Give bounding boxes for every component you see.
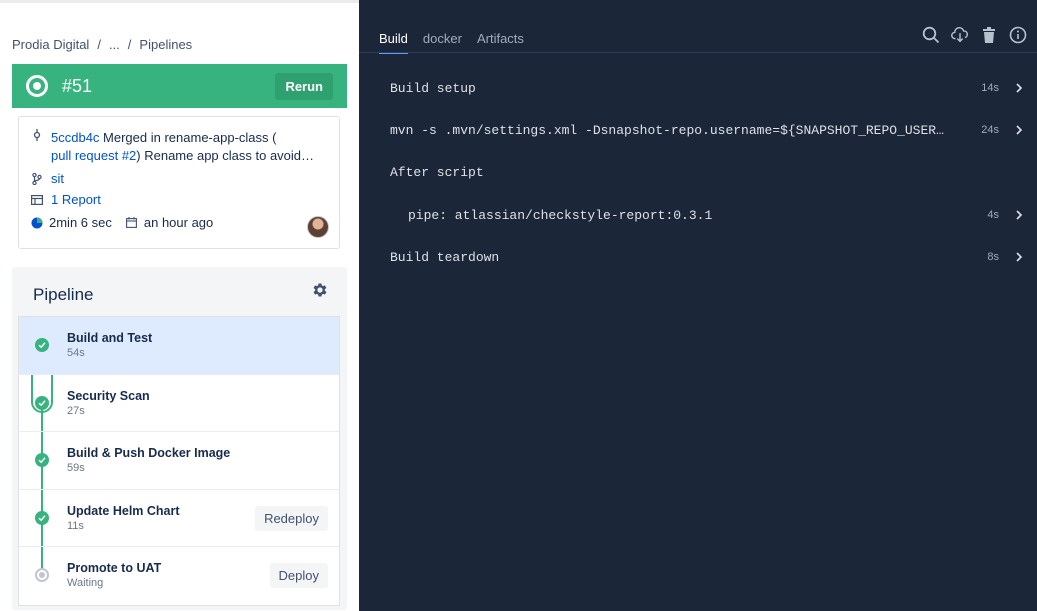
check-icon: [35, 395, 49, 410]
breadcrumb: Prodia Digital / ... / Pipelines: [12, 37, 192, 52]
step-security-scan[interactable]: Security Scan 27s: [19, 375, 339, 432]
clock-icon: [31, 217, 43, 229]
step-name: Security Scan: [67, 388, 150, 403]
log-section-after-script: After script: [390, 162, 1023, 182]
time-group: an hour ago: [126, 215, 213, 230]
step-build-push-docker[interactable]: Build & Push Docker Image 59s: [19, 432, 339, 490]
step-time: 54s: [67, 347, 85, 359]
log-step-duration: 8s: [987, 251, 999, 263]
duration-group: 2min 6 sec: [31, 215, 112, 230]
commit-message-post: ) Rename app class to avoid…: [136, 148, 315, 163]
breadcrumb-pipelines[interactable]: Pipelines: [139, 37, 192, 52]
chevron-right-icon: [1015, 125, 1023, 135]
info-icon[interactable]: [1009, 26, 1027, 44]
log-step-checkstyle-pipe[interactable]: pipe: atlassian/checkstyle-report:0.3.1 …: [408, 205, 1023, 225]
chevron-right-icon: [1015, 252, 1023, 262]
log-step-text: mvn -s .mvn/settings.xml -Dsnapshot-repo…: [390, 122, 950, 138]
status-success-icon: [26, 75, 48, 97]
breadcrumb-ellipsis[interactable]: ...: [109, 37, 120, 52]
run-meta: 2min 6 sec an hour ago: [31, 215, 327, 230]
tabs-divider: [359, 52, 1037, 53]
check-icon: [35, 453, 49, 467]
pipeline-title: Pipeline: [33, 285, 94, 304]
log-step-text: Build teardown: [390, 249, 500, 265]
pending-icon: [35, 568, 49, 582]
breadcrumb-separator: /: [97, 37, 101, 52]
run-time-ago: an hour ago: [143, 215, 214, 230]
commit-card: 5ccdb4c Merged in rename-app-class ( pul…: [18, 116, 340, 249]
log-tabs: Build docker Artifacts: [379, 31, 524, 54]
pipeline-panel: Pipeline Build and Test 54s Security Sca…: [12, 267, 347, 610]
report-row: 1 Report: [31, 192, 327, 207]
deploy-button[interactable]: Deploy: [269, 563, 328, 588]
check-icon: [35, 338, 49, 352]
tab-artifacts[interactable]: Artifacts: [477, 31, 524, 54]
run-duration: 2min 6 sec: [49, 215, 112, 230]
breadcrumb-workspace[interactable]: Prodia Digital: [12, 37, 89, 52]
log-step-duration: 24s: [981, 124, 999, 136]
commit-message-pre: Merged in rename-app-class (: [103, 130, 277, 145]
step-name: Build & Push Docker Image: [67, 446, 231, 460]
log-step-text: pipe: atlassian/checkstyle-report:0.3.1: [408, 207, 713, 223]
branch-link[interactable]: sit: [51, 171, 64, 186]
run-number: #51: [62, 75, 93, 96]
chevron-right-icon: [1015, 210, 1023, 220]
commit-icon: [31, 129, 43, 141]
rerun-button[interactable]: Rerun: [275, 72, 333, 100]
download-icon[interactable]: [951, 26, 969, 44]
breadcrumb-separator: /: [127, 37, 132, 52]
log-panel: Build docker Artifacts Build setup 14s m…: [359, 0, 1037, 611]
branch-row: sit: [31, 171, 327, 186]
step-build-and-test[interactable]: Build and Test 54s: [19, 317, 339, 375]
log-step-build-teardown[interactable]: Build teardown 8s: [390, 247, 1023, 267]
log-step-text: Build setup: [390, 80, 476, 96]
step-update-helm-chart[interactable]: Update Helm Chart 11s Redeploy: [19, 490, 339, 547]
step-time: 59s: [67, 462, 85, 474]
log-step-duration: 4s: [987, 209, 999, 221]
step-name: Build and Test: [67, 331, 153, 345]
run-status-bar: #51 Rerun: [12, 64, 347, 108]
pull-request-link[interactable]: pull request #2: [51, 148, 136, 163]
check-icon: [35, 510, 49, 525]
log-step-mvn[interactable]: mvn -s .mvn/settings.xml -Dsnapshot-repo…: [390, 120, 1023, 140]
report-link[interactable]: 1 Report: [51, 192, 101, 207]
step-time: 27s: [67, 404, 85, 417]
log-section-text: After script: [390, 164, 484, 180]
chevron-right-icon: [1015, 83, 1023, 93]
trash-icon[interactable]: [980, 26, 998, 44]
search-icon[interactable]: [922, 26, 940, 44]
pipeline-steps: Build and Test 54s Security Scan 27s Bui…: [18, 316, 340, 606]
commit-message: 5ccdb4c Merged in rename-app-class ( pul…: [51, 129, 314, 165]
calendar-icon: [126, 217, 138, 229]
commit-line: 5ccdb4c Merged in rename-app-class ( pul…: [31, 129, 327, 165]
log-step-build-setup[interactable]: Build setup 14s: [390, 78, 1023, 98]
report-icon: [31, 194, 43, 206]
commit-hash-link[interactable]: 5ccdb4c: [51, 130, 99, 145]
avatar[interactable]: [307, 216, 329, 238]
branch-icon: [31, 172, 43, 185]
tab-docker[interactable]: docker: [423, 31, 462, 54]
left-panel: Prodia Digital / ... / Pipelines #51 Rer…: [0, 0, 359, 611]
redeploy-button[interactable]: Redeploy: [255, 505, 328, 531]
gear-icon[interactable]: [311, 281, 329, 299]
log-step-duration: 14s: [981, 82, 999, 94]
tab-build[interactable]: Build: [379, 31, 408, 54]
step-promote-to-uat[interactable]: Promote to UAT Waiting Deploy: [19, 547, 339, 605]
log-toolbar: [922, 26, 1027, 44]
